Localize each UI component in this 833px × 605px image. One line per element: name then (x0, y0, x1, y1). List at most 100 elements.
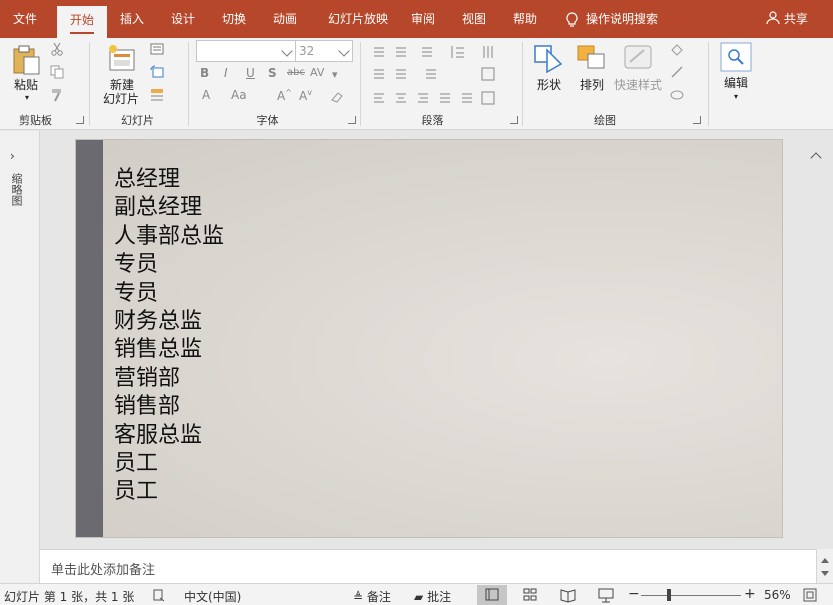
zoom-slider-thumb[interactable] (667, 589, 671, 601)
status-bar: 幻灯片 第 1 张，共 1 张 中文(中国) ≜ 备注 ▰ 批注 − + 56% (0, 583, 833, 605)
font-group-label: 字体 (256, 114, 279, 127)
paragraph-launcher[interactable] (510, 116, 518, 124)
collapse-ribbon-icon[interactable] (810, 152, 822, 164)
paste-button[interactable]: 粘贴 (10, 78, 42, 92)
accessibility-icon[interactable] (152, 588, 166, 602)
font-color-button[interactable]: A (202, 88, 210, 102)
section-icon[interactable] (150, 88, 164, 102)
tab-view[interactable]: 视图 (454, 0, 494, 38)
slide-line: 专员 (114, 252, 159, 278)
comment-icon: ▰ (414, 590, 424, 604)
clear-formatting-icon[interactable] (330, 90, 344, 104)
expand-thumbnails-icon[interactable]: › (10, 149, 15, 163)
font-size-combo[interactable]: 32 (295, 40, 353, 62)
chevron-down-icon (281, 45, 293, 57)
bold-button[interactable]: B (200, 66, 209, 80)
normal-view-icon (485, 588, 499, 601)
shapes-icon[interactable] (533, 42, 565, 74)
new-slide-button[interactable]: 幻灯片 (96, 92, 146, 106)
tab-animations[interactable]: 动画 (263, 0, 307, 38)
shape-effects-icon[interactable] (670, 88, 684, 102)
copy-icon[interactable] (50, 65, 64, 79)
fit-to-window-icon[interactable] (803, 588, 817, 602)
drawing-launcher[interactable] (693, 116, 701, 124)
zoom-level[interactable]: 56% (764, 588, 791, 602)
shape-fill-icon[interactable] (670, 42, 684, 56)
notes-pane[interactable]: 单击此处添加备注 (40, 549, 816, 583)
share-button[interactable]: 共享 (766, 0, 808, 38)
font-size-value: 32 (299, 44, 315, 58)
slide-side-bar (76, 140, 103, 537)
comments-toggle[interactable]: ▰ 批注 (414, 588, 451, 605)
comments-toggle-label: 批注 (427, 590, 452, 604)
share-label: 共享 (783, 12, 808, 26)
quick-styles-button[interactable]: 快速样式 (612, 78, 664, 92)
strikethrough-button[interactable]: abc (287, 67, 305, 78)
normal-view-button[interactable] (477, 585, 507, 605)
scroll-up-icon[interactable] (821, 558, 829, 563)
slide-line: 人事部总监 (114, 223, 225, 249)
slide-line: 员工 (114, 451, 159, 477)
grow-font-button[interactable]: A^ (277, 88, 292, 103)
reset-slide-icon[interactable] (150, 65, 164, 79)
tab-insert[interactable]: 插入 (110, 0, 154, 38)
font-name-combo[interactable] (196, 40, 296, 62)
new-slide-line1[interactable]: 新建 (100, 78, 144, 92)
tab-file[interactable]: 文件 (0, 0, 50, 38)
tab-active-indicator (70, 32, 94, 34)
tell-me-search[interactable]: 操作说明搜索 (586, 0, 676, 38)
clipboard-launcher[interactable] (76, 116, 84, 124)
change-case-aa-button[interactable]: Aa (231, 88, 247, 102)
slide-line: 员工 (114, 479, 159, 505)
new-slide-icon[interactable] (107, 44, 137, 74)
paste-icon[interactable] (12, 44, 42, 76)
reading-view-button[interactable] (553, 585, 583, 605)
thumbnail-label[interactable]: 缩略图 (8, 173, 23, 206)
change-case-button[interactable]: ▾ (332, 68, 338, 81)
tab-review[interactable]: 审阅 (403, 0, 443, 38)
slideshow-button[interactable] (591, 585, 621, 605)
shape-outline-icon[interactable] (670, 65, 684, 79)
underline-button[interactable]: U (246, 66, 255, 80)
tab-design[interactable]: 设计 (161, 0, 205, 38)
group-divider (360, 42, 361, 126)
slide-line: 总经理 (114, 167, 181, 192)
shapes-button[interactable]: 形状 (531, 78, 567, 92)
magnifier-icon[interactable] (720, 42, 752, 72)
thumbnail-rail: › 缩略图 (0, 131, 40, 583)
group-divider (708, 42, 709, 126)
slide-sorter-button[interactable] (515, 585, 545, 605)
shadow-button[interactable]: S (268, 66, 277, 80)
tab-transitions[interactable]: 切换 (212, 0, 256, 38)
quick-styles-icon[interactable] (622, 42, 654, 74)
notes-scrollbar[interactable] (816, 549, 833, 583)
tab-slideshow[interactable]: 幻灯片放映 (318, 0, 398, 38)
scroll-down-icon[interactable] (821, 571, 829, 576)
italic-button[interactable]: I (224, 66, 228, 80)
layout-icon[interactable] (150, 42, 164, 56)
language-indicator[interactable]: 中文(中国) (184, 588, 241, 605)
tab-help[interactable]: 帮助 (505, 0, 545, 38)
font-launcher[interactable] (348, 116, 356, 124)
zoom-slider[interactable] (641, 595, 741, 596)
slide-canvas[interactable]: 总经理 副总经理 人事部总监 专员 专员 财务总监 销售总监 营销部 销售部 客… (75, 139, 783, 538)
slide-text-box[interactable]: 总经理 副总经理 人事部总监 专员 专员 财务总监 销售总监 营销部 销售部 客… (114, 166, 224, 507)
edit-button[interactable]: 编辑 (718, 76, 754, 90)
chevron-down-icon (338, 45, 350, 57)
zoom-in-button[interactable]: + (744, 586, 756, 602)
ribbon: 粘贴 ▾ 剪贴板 新建 幻灯片 幻灯片 32 B I U S abc AV ▾ … (0, 38, 833, 164)
char-spacing-button[interactable]: AV (310, 66, 324, 79)
edit-dropdown-arrow[interactable]: ▾ (731, 90, 741, 104)
slides-group-label: 幻灯片 (121, 114, 154, 127)
notes-toggle[interactable]: ≜ 备注 (353, 588, 391, 605)
zoom-out-button[interactable]: − (628, 586, 640, 602)
cut-icon[interactable] (50, 42, 64, 56)
shrink-font-button[interactable]: Av (299, 88, 312, 103)
format-painter-icon[interactable] (50, 88, 64, 102)
tab-home[interactable]: 开始 (57, 6, 107, 38)
arrange-icon[interactable] (576, 42, 608, 74)
paragraph-controls[interactable] (370, 44, 522, 110)
arrange-button[interactable]: 排列 (574, 78, 610, 92)
slide-line: 专员 (114, 280, 159, 306)
paste-dropdown-arrow[interactable]: ▾ (22, 91, 32, 105)
